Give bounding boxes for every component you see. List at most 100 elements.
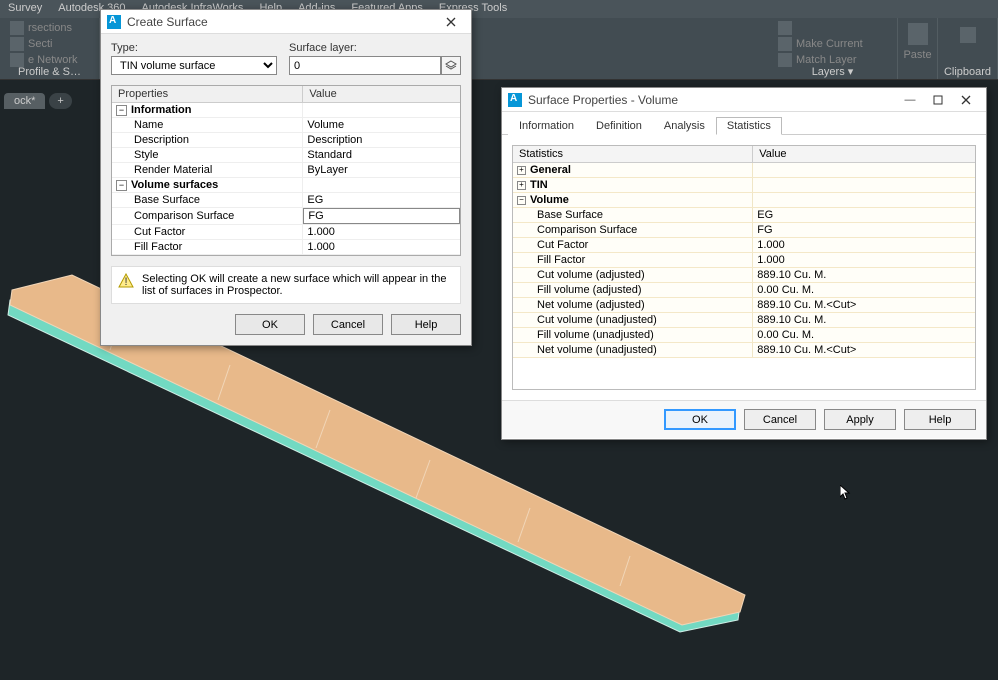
cancel-button[interactable]: Cancel [313,314,383,335]
stat-value: 1.000 [753,253,975,267]
grid-row[interactable]: Comparison SurfaceFG [513,223,975,238]
generic-icon [10,21,24,35]
layer-browse-button[interactable] [441,56,461,75]
ribbon-tab[interactable]: Survey [0,0,50,18]
prop-value[interactable]: Volume [303,118,460,132]
grid-row[interactable]: Fill Factor1.000 [513,253,975,268]
new-tab-button[interactable]: + [49,93,71,109]
cursor-icon [840,485,856,501]
title-bar[interactable]: Create Surface [101,10,471,34]
tab-analysis[interactable]: Analysis [653,117,716,135]
close-button[interactable] [437,12,465,32]
type-select[interactable]: TIN volume surface [111,56,277,75]
prop-value[interactable]: ByLayer [303,163,460,177]
prop-name: Cut Factor [112,225,303,239]
title-bar[interactable]: Surface Properties - Volume — [502,88,986,112]
stat-name: Fill Factor [513,253,753,267]
info-icon: ! [118,273,134,289]
grid-row[interactable]: DescriptionDescription [112,133,460,148]
grid-row[interactable]: Fill volume (adjusted)0.00 Cu. M. [513,283,975,298]
ribbon-item[interactable]: Secti [6,36,93,52]
minimize-button[interactable]: — [896,90,924,110]
grid-row[interactable]: Comparison SurfaceFG [112,208,460,225]
tab-statistics[interactable]: Statistics [716,117,782,135]
grid-row[interactable]: StyleStandard [112,148,460,163]
grid-row[interactable]: Fill volume (unadjusted)0.00 Cu. M. [513,328,975,343]
grid-row[interactable]: Cut Factor1.000 [112,225,460,240]
grid-row[interactable]: Cut volume (unadjusted)889.10 Cu. M. [513,313,975,328]
create-surface-dialog: Create Surface Type: TIN volume surface … [100,9,472,346]
stat-name: Base Surface [513,208,753,222]
grid-row[interactable]: Cut volume (adjusted)889.10 Cu. M. [513,268,975,283]
panel-label[interactable]: Layers ▾ [768,65,897,78]
apply-button[interactable]: Apply [824,409,896,430]
grid-row[interactable]: NameVolume [112,118,460,133]
dialog-buttons: OK Cancel Apply Help [502,400,986,438]
grid-row[interactable]: Render MaterialByLayer [112,163,460,178]
properties-grid: Properties Value −InformationNameVolumeD… [111,85,461,256]
stat-value: EG [753,208,975,222]
stat-value: FG [753,223,975,237]
ribbon-panel-clipboard: Clipboard [938,18,998,79]
grid-row[interactable]: Net volume (unadjusted)889.10 Cu. M.<Cut… [513,343,975,358]
prop-name: Name [112,118,303,132]
grid-row[interactable]: Fill Factor1.000 [112,240,460,255]
surface-layer-input[interactable] [289,56,441,75]
cancel-button[interactable]: Cancel [744,409,816,430]
clipboard-icon [960,27,976,43]
ribbon-item[interactable]: Make Current [774,36,891,52]
maximize-button[interactable] [924,90,952,110]
prop-value[interactable]: 1.000 [303,240,460,254]
grid-row[interactable]: Cut Factor1.000 [513,238,975,253]
clipboard-button[interactable] [944,26,991,44]
make-current-icon [778,37,792,51]
col-properties: Properties [112,86,303,102]
grid-row[interactable]: Net volume (adjusted)889.10 Cu. M.<Cut> [513,298,975,313]
stat-name: Cut volume (unadjusted) [513,313,753,327]
close-button[interactable] [952,90,980,110]
paste-button[interactable]: Paste [904,22,931,62]
grid-group[interactable]: −Volume surfaces [112,178,460,193]
ribbon-item-label: e Network [28,54,78,66]
ok-button[interactable]: OK [235,314,305,335]
tab-definition[interactable]: Definition [585,117,653,135]
help-button[interactable]: Help [904,409,976,430]
prop-name: Comparison Surface [112,208,303,224]
close-icon [961,95,971,105]
ribbon-panel-profile: rsections Secti e Network Profile & S… [0,18,100,79]
prop-name: Base Surface [112,193,303,207]
panel-label: Clipboard [938,66,997,78]
stat-name: Fill volume (adjusted) [513,283,753,297]
prop-name: Fill Factor [112,240,303,254]
prop-name: Style [112,148,303,162]
ribbon-item-label: Secti [28,38,52,50]
document-tab[interactable]: ock* [4,93,45,109]
grid-group[interactable]: −Information [112,103,460,118]
tab-information[interactable]: Information [508,117,585,135]
layers-icon [445,60,457,72]
app-icon [508,93,522,107]
stat-name: Cut volume (adjusted) [513,268,753,282]
stat-name: Fill volume (unadjusted) [513,328,753,342]
prop-value[interactable]: Description [303,133,460,147]
prop-value[interactable]: FG [303,208,460,224]
ribbon-panel-paste: Paste [898,18,938,79]
stat-value: 1.000 [753,238,975,252]
type-label: Type: [111,42,277,54]
prop-value[interactable]: EG [303,193,460,207]
ribbon-item[interactable]: rsections [6,20,93,36]
grid-row[interactable]: Base SurfaceEG [513,208,975,223]
ribbon-panel-layers: Make Current Match Layer Layers ▾ [768,18,898,79]
svg-text:!: ! [124,276,127,288]
grid-row[interactable]: Base SurfaceEG [112,193,460,208]
grid-group[interactable]: −Volume [513,193,975,208]
help-button[interactable]: Help [391,314,461,335]
ribbon-item[interactable] [774,20,891,36]
prop-value[interactable]: 1.000 [303,225,460,239]
ok-button[interactable]: OK [664,409,736,430]
col-value: Value [303,86,460,102]
prop-name: Render Material [112,163,303,177]
prop-value[interactable]: Standard [303,148,460,162]
grid-group[interactable]: +General [513,163,975,178]
grid-group[interactable]: +TIN [513,178,975,193]
